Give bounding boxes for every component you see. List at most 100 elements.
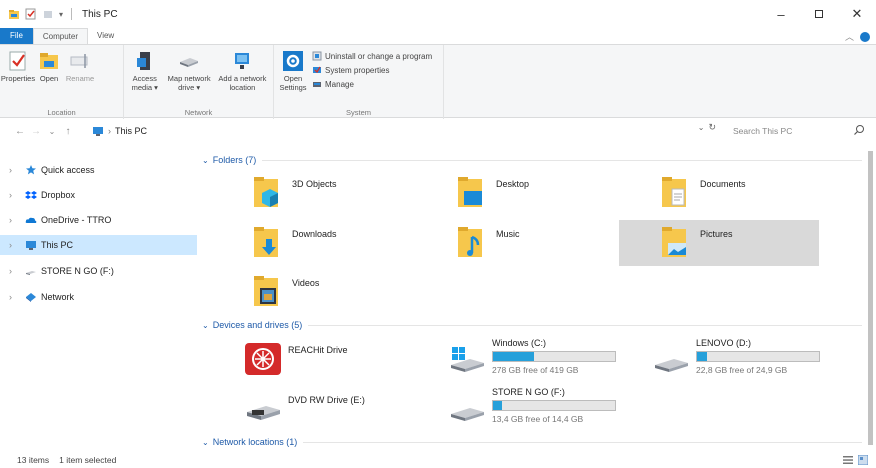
collapse-chevron-icon[interactable]: ⌄ — [202, 156, 209, 165]
add-network-location-button[interactable]: Add a network location — [216, 48, 269, 92]
section-divider — [308, 324, 862, 326]
folder-tile-downloads[interactable]: Downloads — [240, 220, 440, 266]
folder-tile-videos[interactable]: Videos — [240, 269, 440, 315]
address-field[interactable]: › This PC ⌄ ↻ — [92, 122, 724, 140]
drive-name: STORE N GO (F:) — [492, 387, 565, 397]
selection-count: 1 item selected — [59, 455, 117, 465]
folder-documents-icon — [662, 177, 686, 207]
drive-name: DVD RW Drive (E:) — [288, 395, 365, 405]
drive-tile-windows-c[interactable]: Windows (C:) 278 GB free of 419 GB — [444, 336, 644, 382]
folder-tile-3d-objects[interactable]: 3D Objects — [240, 170, 440, 216]
sidebar-item-network[interactable]: › Network — [0, 287, 197, 307]
drive-tile-reachit[interactable]: REACHit Drive — [240, 336, 440, 382]
details-view-icon[interactable] — [843, 455, 853, 465]
help-icon[interactable] — [860, 31, 870, 42]
drives-section-header[interactable]: ⌄ Devices and drives (5) — [202, 318, 862, 332]
drive-free-space: 22,8 GB free of 24,9 GB — [696, 365, 788, 375]
sidebar-item-this-pc[interactable]: › This PC — [0, 235, 197, 255]
close-icon[interactable]: ✕ — [838, 0, 876, 28]
minimize-icon[interactable]: – — [762, 0, 800, 28]
status-bar: 13 items 1 item selected — [0, 452, 876, 468]
network-icon — [26, 293, 36, 302]
properties-button[interactable]: Properties — [1, 48, 35, 83]
collapse-chevron-icon[interactable]: ⌄ — [202, 438, 209, 447]
expand-chevron-icon[interactable]: › — [9, 292, 21, 302]
qat-dropdown-icon[interactable]: ▾ — [59, 10, 63, 19]
uninstall-program-button[interactable]: Uninstall or change a program — [312, 51, 432, 61]
drive-tile-dvd-e[interactable]: DVD RW Drive (E:) — [240, 385, 440, 431]
item-count: 13 items — [17, 455, 50, 465]
ribbon-collapse-icon[interactable]: ︿ — [845, 30, 854, 43]
search-input[interactable]: Search This PC — [727, 122, 867, 140]
map-network-drive-button[interactable]: Map network drive ▾ — [164, 48, 215, 92]
tab-view[interactable]: View — [88, 28, 123, 44]
drive-name: Windows (C:) — [492, 338, 547, 348]
drive-tile-store-n-go-f[interactable]: STORE N GO (F:) 13,4 GB free of 14,4 GB — [444, 385, 644, 431]
sidebar-item-dropbox[interactable]: › Dropbox — [0, 185, 197, 205]
properties-check-icon[interactable] — [25, 8, 37, 20]
manage-button[interactable]: Manage — [312, 79, 432, 89]
folder-downloads-icon — [254, 227, 278, 257]
sidebar-item-label: OneDrive - TTRO — [41, 215, 112, 225]
computer-icon — [93, 127, 103, 136]
network-locations-header-label: Network locations (1) — [212, 437, 298, 447]
folders-header-label: Folders (7) — [212, 155, 257, 165]
expand-chevron-icon[interactable]: › — [9, 165, 21, 175]
search-icon[interactable] — [853, 124, 865, 136]
title-bar: ▾ This PC – ✕ — [0, 0, 876, 28]
refresh-icon[interactable]: ↻ — [708, 122, 716, 133]
breadcrumb[interactable]: This PC — [115, 126, 147, 136]
folder-tile-desktop[interactable]: Desktop — [444, 170, 644, 216]
tab-computer[interactable]: Computer — [32, 28, 89, 44]
sidebar-item-quick-access[interactable]: › Quick access — [0, 160, 197, 180]
open-settings-button[interactable]: Open Settings — [277, 48, 309, 92]
folder-tile-pictures[interactable]: Pictures — [619, 220, 819, 266]
drive-tile-lenovo-d[interactable]: LENOVO (D:) 22,8 GB free of 24,9 GB — [648, 336, 848, 382]
explorer-icon[interactable] — [8, 8, 20, 20]
folder-3d-objects-icon — [254, 177, 278, 207]
sidebar-item-store-n-go[interactable]: › STORE N GO (F:) — [0, 261, 197, 281]
expand-chevron-icon[interactable]: › — [9, 266, 21, 276]
maximize-icon[interactable] — [800, 0, 838, 28]
expand-chevron-icon[interactable]: › — [9, 240, 21, 250]
window-controls: – ✕ — [762, 0, 876, 28]
tiles-view-icon[interactable] — [858, 455, 868, 465]
address-bar-row: ← → ⌄ ↑ › This PC ⌄ ↻ Search This PC — [0, 120, 876, 142]
new-folder-icon[interactable] — [42, 8, 54, 20]
network-group-label: Network — [184, 108, 213, 117]
address-dropdown-icon[interactable]: ⌄ — [698, 123, 705, 132]
folders-section-header[interactable]: ⌄ Folders (7) — [202, 153, 862, 167]
forward-arrow-icon[interactable]: → — [28, 126, 44, 137]
network-location-icon — [235, 53, 250, 69]
up-arrow-icon[interactable]: ↑ — [60, 126, 76, 137]
folder-tile-documents[interactable]: Documents — [648, 170, 848, 216]
expand-chevron-icon[interactable]: › — [9, 215, 21, 225]
computer-icon — [26, 241, 36, 250]
recent-locations-chevron-icon[interactable]: ⌄ — [44, 127, 60, 136]
add-network-location-label: Add a network location — [218, 74, 267, 92]
expand-chevron-icon[interactable]: › — [9, 190, 21, 200]
folder-tile-music[interactable]: Music — [444, 220, 644, 266]
access-media-button[interactable]: Access media ▾ — [127, 48, 163, 92]
system-group-label: System — [345, 108, 371, 117]
sidebar-item-label: Dropbox — [41, 190, 76, 200]
drive-info: Windows (C:) 278 GB free of 419 GB — [492, 338, 616, 375]
settings-gear-icon — [283, 51, 303, 71]
back-arrow-icon[interactable]: ← — [12, 126, 28, 137]
ribbon-controls: ︿ — [845, 30, 870, 43]
dvd-drive-icon — [247, 406, 280, 420]
network-locations-section-header[interactable]: ⌄ Network locations (1) — [202, 435, 862, 449]
open-button[interactable]: Open — [34, 48, 64, 83]
folder-name: Downloads — [292, 229, 337, 239]
sidebar-item-onedrive[interactable]: › OneDrive - TTRO — [0, 210, 197, 230]
folder-name: Documents — [700, 179, 746, 189]
navigation-pane: › Quick access › Dropbox › OneDrive - TT… — [0, 150, 200, 450]
collapse-chevron-icon[interactable]: ⌄ — [202, 321, 209, 330]
scrollbar-thumb[interactable] — [868, 151, 873, 445]
folder-desktop-icon — [458, 177, 482, 207]
vertical-scrollbar[interactable] — [866, 145, 876, 453]
tab-file[interactable]: File — [0, 28, 33, 44]
sidebar-item-label: This PC — [41, 240, 74, 250]
system-properties-button[interactable]: System properties — [312, 65, 432, 75]
folder-pictures-icon — [662, 227, 686, 257]
